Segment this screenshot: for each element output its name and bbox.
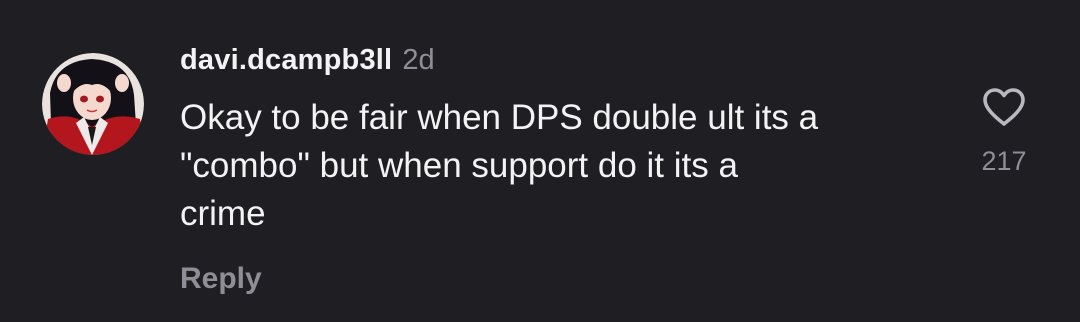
avatar-image <box>42 53 144 155</box>
comment-timestamp: 2d <box>402 44 435 76</box>
comment-text: Okay to be fair when DPS double ult its … <box>180 94 940 238</box>
comment-item: davi.dcampb3ll 2d Okay to be fair when D… <box>0 0 1080 322</box>
comment-body: davi.dcampb3ll 2d Okay to be fair when D… <box>180 44 940 296</box>
reply-button[interactable]: Reply <box>180 262 262 296</box>
comment-text-line: Okay to be fair when DPS double ult its … <box>180 98 819 137</box>
comment-text-line: crime <box>180 194 266 233</box>
comment-username[interactable]: davi.dcampb3ll <box>180 44 392 77</box>
like-button[interactable]: 217 <box>972 86 1036 177</box>
heart-outline-icon[interactable] <box>981 86 1027 128</box>
like-count: 217 <box>981 146 1027 176</box>
user-avatar[interactable] <box>42 53 144 155</box>
comment-header: davi.dcampb3ll 2d <box>180 44 940 88</box>
comment-text-line: "combo" but when support do it its a <box>180 146 738 185</box>
